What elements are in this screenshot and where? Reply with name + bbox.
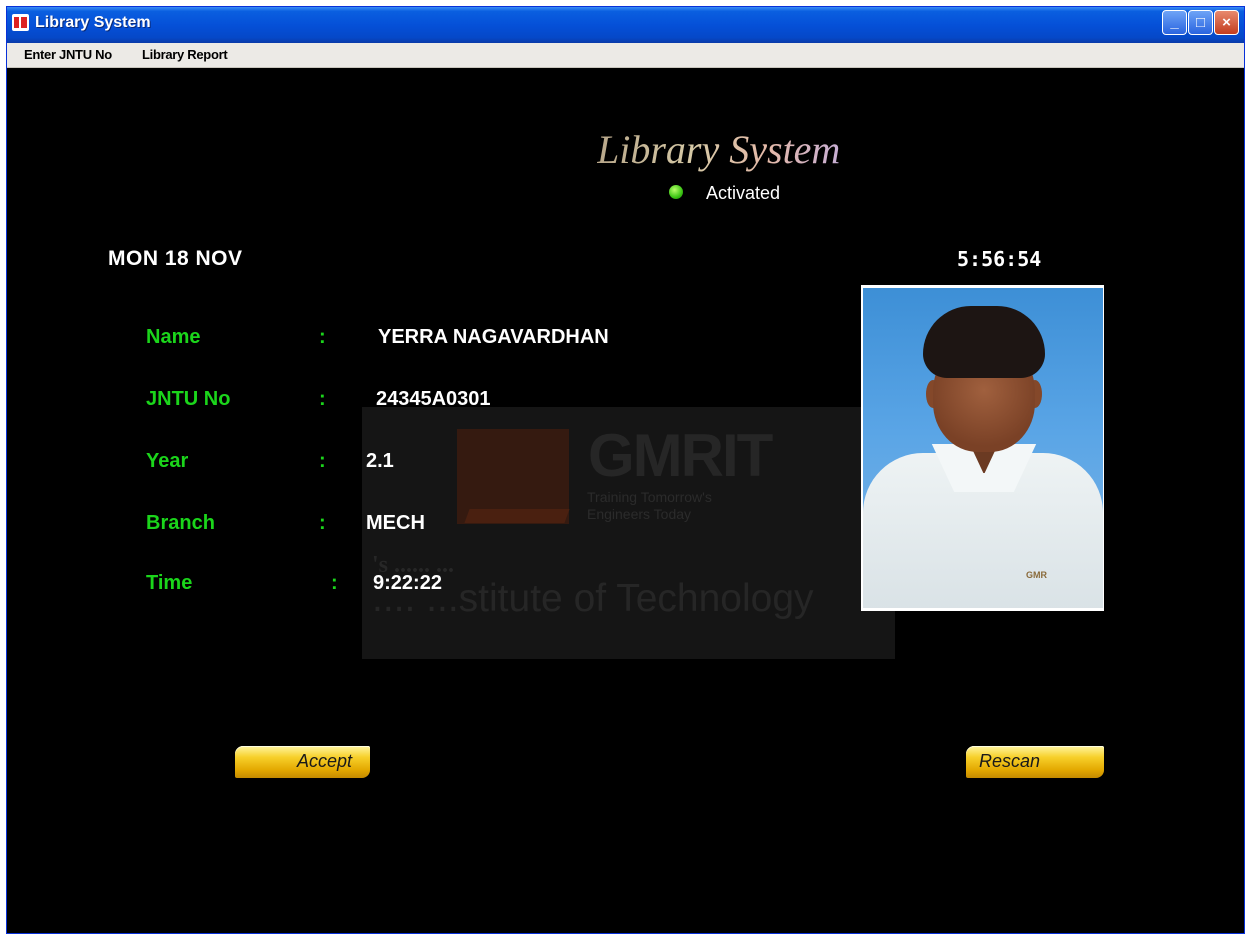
year-label: Year [146,450,189,472]
rescan-button[interactable]: Rescan [966,746,1104,778]
student-photo-image: GMR [863,288,1103,608]
app-icon [12,14,29,31]
menu-bar: Enter JNTU No Library Report [7,43,1244,68]
watermark-tagline-2: Engineers Today [587,506,692,522]
maximize-icon: □ [1195,14,1206,31]
year-value: 2.1 [366,450,394,472]
status-label: Activated [706,183,781,203]
watermark-name: GMRIT [588,422,773,489]
title-bar[interactable]: Library System _ □ × [7,7,1244,43]
current-date: MON 18 NOV [108,247,243,270]
college-watermark: GMRIT Training Tomorrow's Engineers Toda… [362,407,895,659]
rescan-button-label: Rescan [979,751,1041,771]
close-button[interactable]: × [1214,10,1239,35]
shirt-logo: GMR [1026,570,1047,580]
jntu-colon: : [319,388,326,410]
minimize-button[interactable]: _ [1162,10,1187,35]
branch-label: Branch [146,512,215,534]
year-colon: : [319,450,326,472]
close-icon: × [1222,14,1231,31]
minimize-icon: _ [1170,14,1179,31]
page-title: Library System [597,127,841,172]
jntu-value: 24345A0301 [376,388,491,410]
jntu-label: JNTU No [146,388,231,410]
window-title: Library System [35,14,151,31]
current-clock: 5:56:54 [957,247,1042,271]
status-indicator-icon [669,185,683,199]
time-colon: : [331,572,338,594]
watermark-tagline-1: Training Tomorrow's [587,489,712,505]
accept-button[interactable]: Accept [235,746,370,778]
maximize-button[interactable]: □ [1188,10,1213,35]
time-value: 9:22:22 [373,572,442,594]
college-logo-icon [457,429,569,524]
name-colon: : [319,326,326,348]
branch-colon: : [319,512,326,534]
time-label: Time [146,572,193,594]
accept-button-label: Accept [297,751,353,771]
main-panel: Library System Activated MON 18 NOV 5:56… [7,68,1244,933]
name-label: Name [146,326,201,348]
menu-enter-jntu-no[interactable]: Enter JNTU No [24,47,112,62]
student-photo: GMR [861,285,1104,611]
name-value: YERRA NAGAVARDHAN [378,326,609,348]
menu-library-report[interactable]: Library Report [142,47,228,62]
branch-value: MECH [366,512,425,534]
app-window: Library System _ □ × Enter JNTU No Libra… [6,6,1245,934]
